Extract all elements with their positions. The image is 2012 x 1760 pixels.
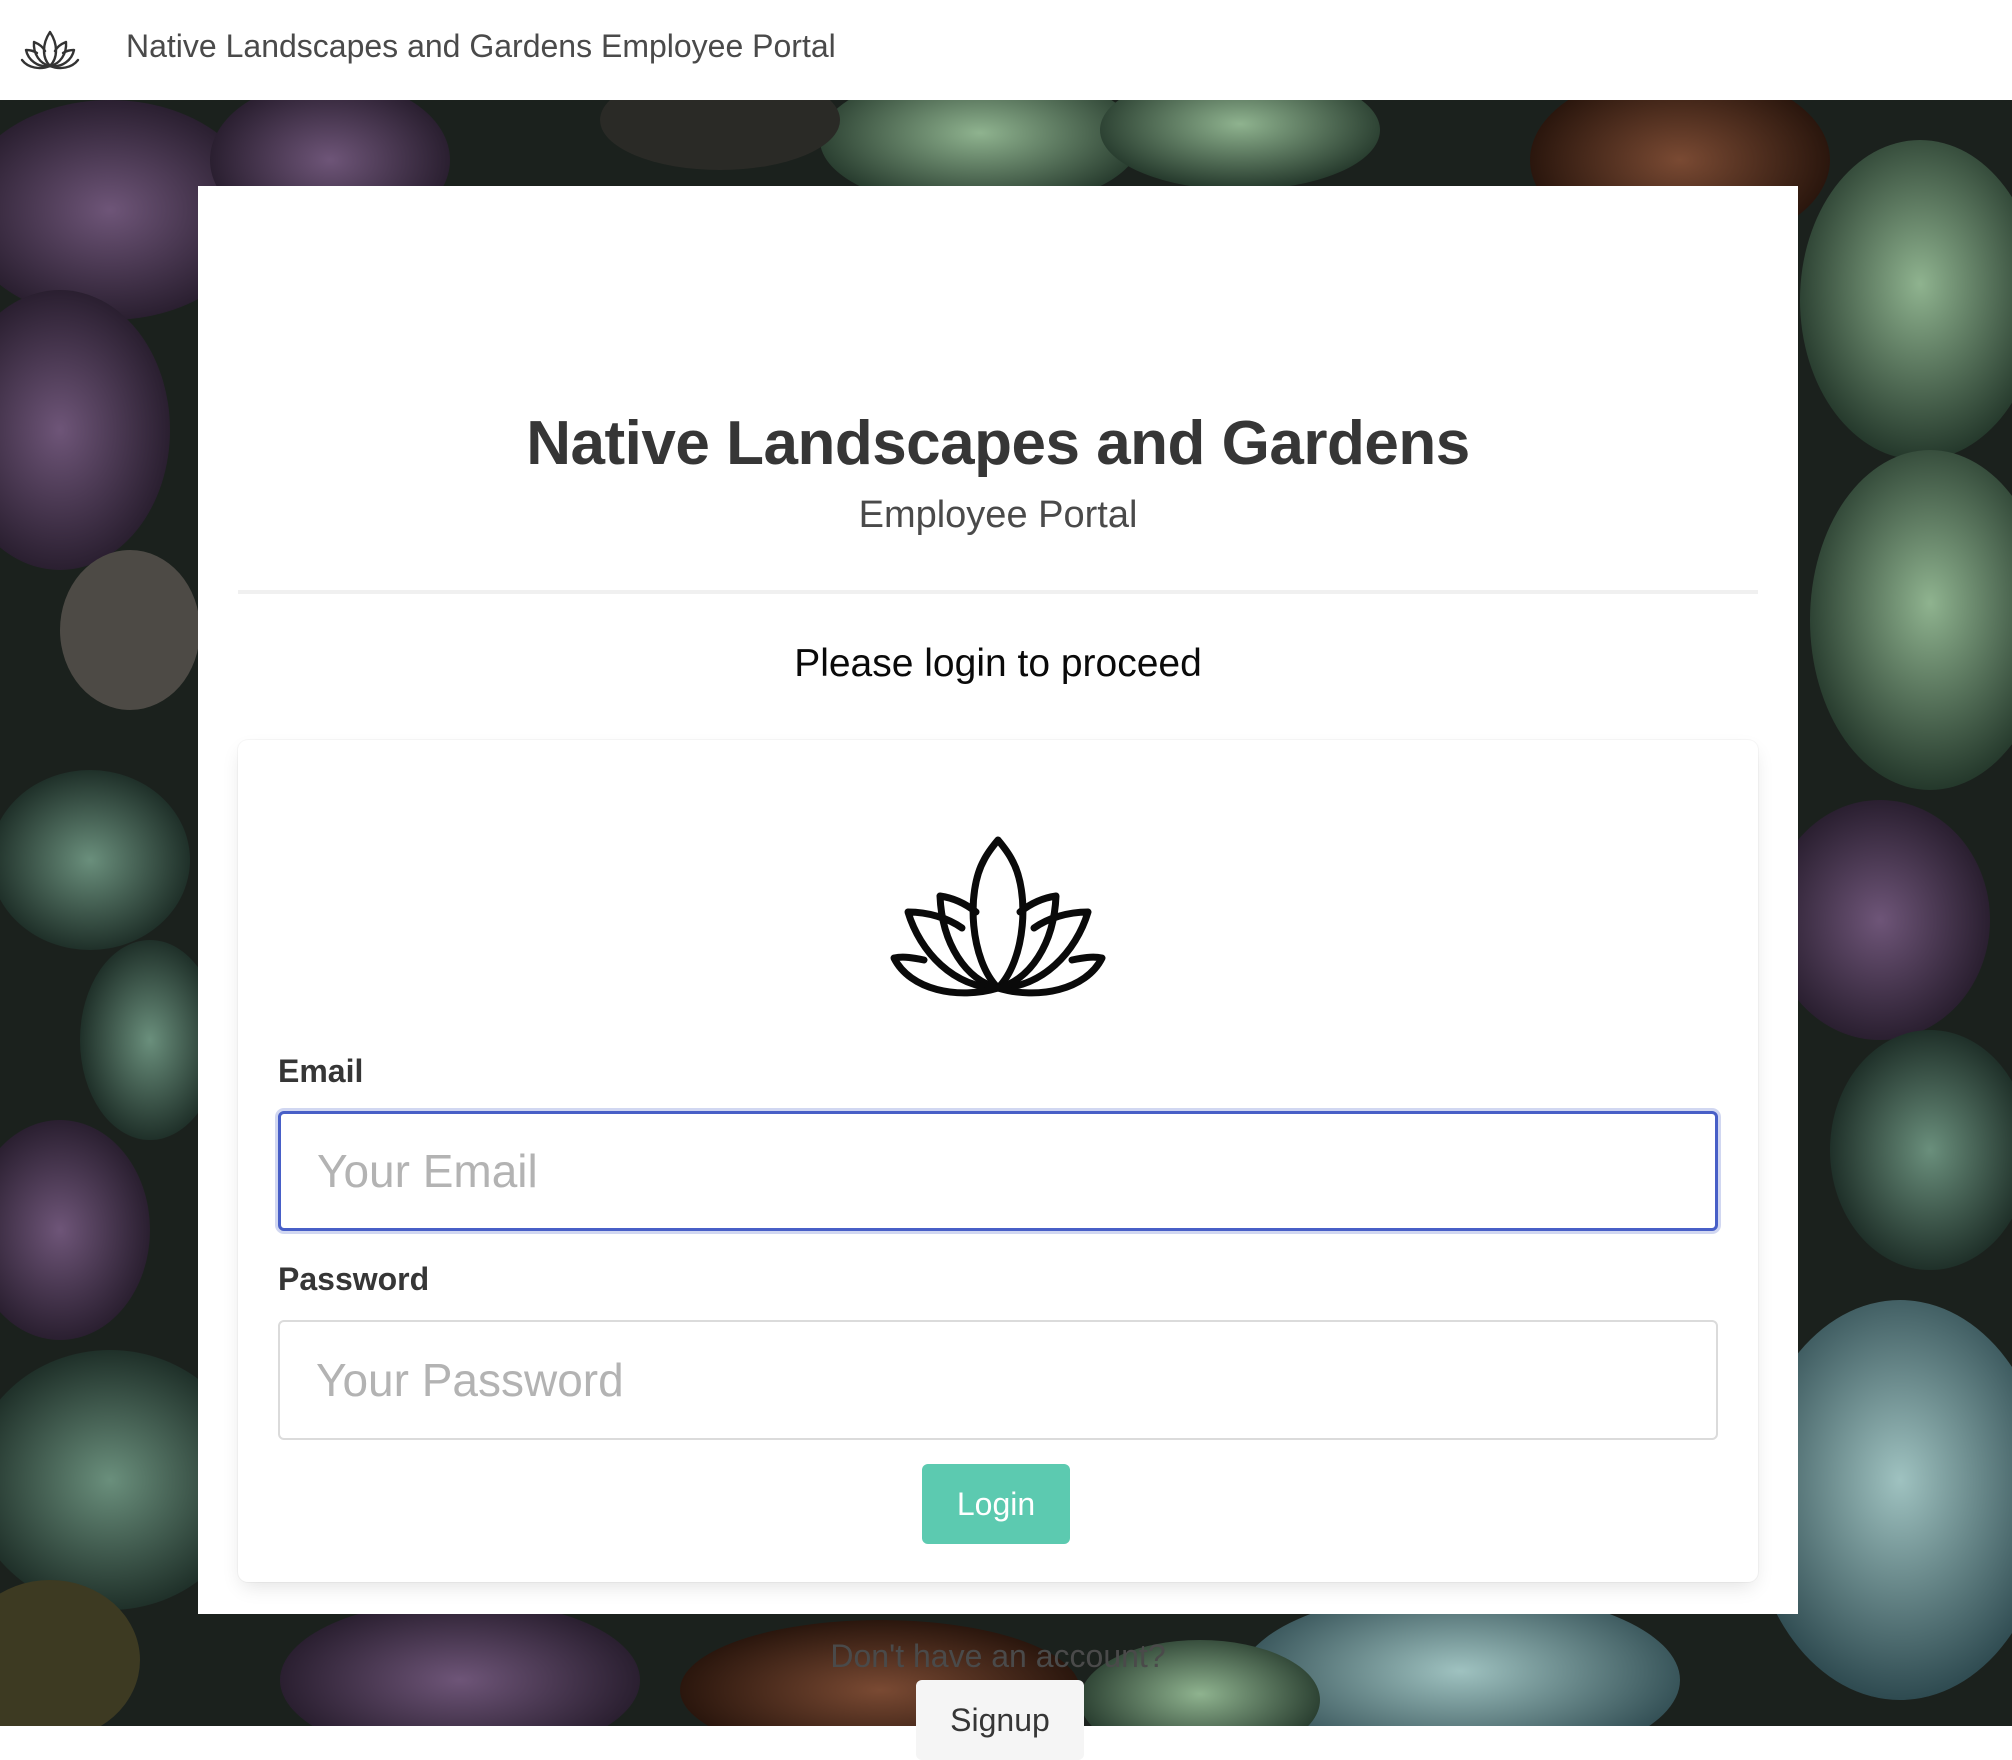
- lotus-icon[interactable]: [20, 24, 80, 74]
- email-label: Email: [278, 1053, 364, 1089]
- login-button[interactable]: Login: [922, 1464, 1070, 1544]
- login-prompt: Please login to proceed: [794, 642, 1202, 685]
- lotus-icon: [858, 820, 1138, 1010]
- page-subtitle: Employee Portal: [858, 494, 1138, 536]
- password-label: Password: [278, 1261, 430, 1297]
- signup-button[interactable]: Signup: [916, 1680, 1084, 1760]
- top-navbar: Native Landscapes and Gardens Employee P…: [0, 0, 2012, 100]
- login-form: Email Password Login: [238, 740, 1758, 1582]
- password-field[interactable]: [278, 1320, 1718, 1440]
- login-page-card: Native Landscapes and Gardens Employee P…: [198, 186, 1798, 1760]
- navbar-title[interactable]: Native Landscapes and Gardens Employee P…: [126, 28, 836, 65]
- page-title: Native Landscapes and Gardens: [526, 409, 1470, 478]
- email-field[interactable]: [278, 1111, 1718, 1231]
- divider: [238, 590, 1758, 594]
- signup-question: Don't have an account?: [830, 1638, 1166, 1674]
